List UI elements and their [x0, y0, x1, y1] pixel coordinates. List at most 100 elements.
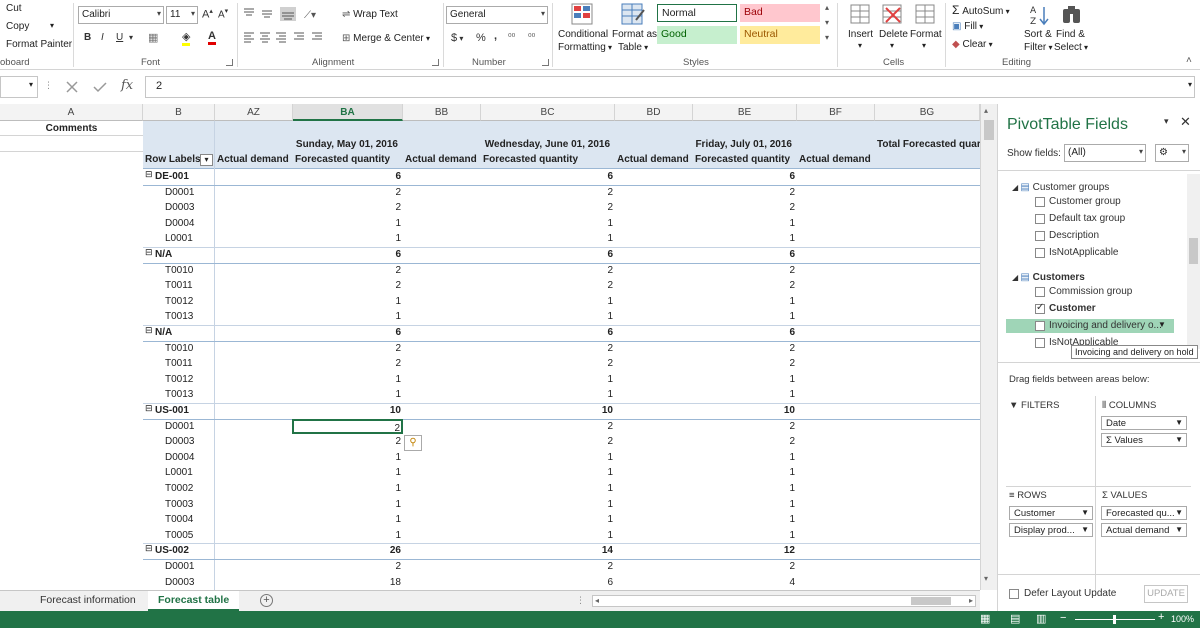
forecast-value-cell[interactable]: 18 — [295, 575, 401, 590]
format-label[interactable]: Format — [910, 29, 942, 40]
field-checkbox[interactable] — [1035, 287, 1045, 297]
values-item-forecasted[interactable]: Forecasted qu... ▼ — [1101, 506, 1187, 520]
forecast-value-cell[interactable]: 1 — [695, 465, 795, 481]
forecast-value-cell[interactable]: 6 — [483, 247, 613, 263]
style-normal[interactable]: Normal — [657, 4, 737, 22]
group-row[interactable]: ⊟ DE-001 6 6 6 — [0, 169, 980, 185]
forecast-value-cell[interactable]: 6 — [695, 325, 795, 341]
row-label[interactable]: D0003 — [165, 434, 231, 450]
confirm-entry-icon[interactable] — [92, 80, 108, 94]
forecast-value-cell[interactable]: 6 — [483, 169, 613, 185]
table-row[interactable]: T0012 1 1 1 — [0, 372, 980, 388]
field-label[interactable]: Default tax group — [1049, 213, 1125, 224]
alignment-dialog-launcher[interactable] — [432, 59, 439, 66]
forecast-value-cell[interactable]: 1 — [295, 231, 401, 247]
field-list[interactable]: ◢ ▤ Customer groups Customer group Default… — [998, 174, 1188, 354]
forecast-value-cell[interactable]: 1 — [483, 309, 613, 325]
delete-cells-icon[interactable] — [880, 2, 906, 28]
field-label[interactable]: Description — [1049, 230, 1099, 241]
table-row[interactable]: T0013 1 1 1 — [0, 309, 980, 325]
find-select-icon[interactable] — [1060, 3, 1084, 27]
forecast-value-cell[interactable]: 2 — [295, 559, 401, 575]
forecast-value-cell[interactable]: 2 — [295, 434, 401, 450]
name-box[interactable]: ▾ — [0, 76, 38, 98]
column-header-a[interactable]: A — [0, 104, 143, 121]
field-label[interactable]: Customer — [1049, 303, 1096, 314]
rows-item-customer[interactable]: Customer ▼ — [1009, 506, 1093, 520]
field-checkbox[interactable] — [1035, 231, 1045, 241]
find-label[interactable]: Find & — [1056, 29, 1085, 40]
forecast-value-cell[interactable]: 2 — [483, 263, 613, 279]
group-row[interactable]: ⊟ US-001 10 10 10 — [0, 403, 980, 419]
sort-label[interactable]: Sort & — [1024, 29, 1052, 40]
table-row[interactable]: D0003 18 6 4 — [0, 575, 980, 590]
scroll-right-icon[interactable]: ▸ — [969, 596, 973, 605]
forecast-value-cell[interactable]: 6 — [483, 575, 613, 590]
forecast-value-cell[interactable]: 2 — [695, 263, 795, 279]
style-neutral[interactable]: Neutral — [740, 26, 820, 44]
styles-more-icon[interactable]: ▾ — [825, 33, 829, 42]
row-label[interactable]: D0004 — [165, 216, 231, 232]
field-label[interactable]: IsNotApplicable — [1049, 247, 1118, 258]
chevron-down-icon[interactable]: ▾ — [129, 33, 133, 42]
group-row[interactable]: ⊟ N/A 6 6 6 — [0, 247, 980, 263]
forecast-value-cell[interactable]: 10 — [483, 403, 613, 419]
row-labels-filter-button[interactable]: ▾ — [200, 154, 213, 166]
forecast-value-cell[interactable]: 1 — [295, 216, 401, 232]
horizontal-align-icons[interactable] — [242, 31, 332, 45]
normal-view-icon[interactable]: ▦ — [980, 612, 990, 625]
forecast-value-cell[interactable]: 2 — [483, 419, 613, 435]
forecast-value-cell[interactable]: 2 — [295, 200, 401, 216]
table-row[interactable]: D0004 1 1 1 — [0, 450, 980, 466]
style-bad[interactable]: Bad — [740, 4, 820, 22]
table-row[interactable]: L0001 1 1 1 — [0, 231, 980, 247]
row-label[interactable]: T0013 — [165, 309, 231, 325]
italic-icon[interactable]: I — [101, 32, 104, 43]
forecast-value-cell[interactable]: 1 — [483, 481, 613, 497]
row-label[interactable]: D0003 — [165, 200, 231, 216]
show-fields-combo[interactable]: (All) ▾ — [1064, 144, 1146, 162]
forecast-value-cell[interactable]: 6 — [295, 325, 401, 341]
forecast-value-cell[interactable]: 1 — [483, 465, 613, 481]
scroll-down-icon[interactable]: ▾ — [984, 574, 988, 583]
forecast-value-cell[interactable]: 2 — [695, 200, 795, 216]
collapse-icon[interactable]: ⊟ — [145, 403, 153, 414]
grow-font-icon[interactable]: A▴ — [202, 7, 213, 21]
row-label[interactable]: US-001 — [155, 403, 221, 419]
forecast-value-cell[interactable]: 26 — [295, 543, 401, 559]
increase-decimal-icon[interactable]: ⁰⁰ — [508, 32, 515, 43]
row-label[interactable]: N/A — [155, 325, 221, 341]
row-label[interactable]: D0001 — [165, 419, 231, 435]
row-label[interactable]: L0001 — [165, 465, 231, 481]
update-button[interactable]: UPDATE — [1144, 585, 1188, 603]
forecast-value-cell[interactable]: 2 — [295, 356, 401, 372]
scroll-thumb[interactable] — [984, 120, 994, 140]
collapse-icon[interactable]: ⊟ — [145, 169, 153, 180]
forecast-value-cell[interactable]: 1 — [295, 309, 401, 325]
table-row[interactable]: T0011 2 2 2 — [0, 278, 980, 294]
table-row[interactable]: T0012 1 1 1 — [0, 294, 980, 310]
forecast-value-cell[interactable]: 2 — [695, 341, 795, 357]
field-checkbox[interactable] — [1035, 302, 1045, 314]
field-checkbox[interactable] — [1035, 214, 1045, 224]
forecast-value-cell[interactable]: 10 — [295, 403, 401, 419]
chevron-down-icon[interactable]: ▾ — [922, 41, 926, 50]
chevron-down-icon[interactable]: ▾ — [890, 41, 894, 50]
forecast-value-cell[interactable]: 1 — [295, 481, 401, 497]
copy-button[interactable]: Copy — [6, 21, 29, 32]
style-good[interactable]: Good — [657, 26, 737, 44]
forecast-value-cell[interactable]: 10 — [695, 403, 795, 419]
row-label[interactable]: T0012 — [165, 372, 231, 388]
table-row[interactable]: D0003 2 2 2 — [0, 434, 980, 450]
table-row[interactable]: D0001 2 2 2 — [0, 418, 980, 435]
field-table-header[interactable]: ◢ ▤ Customers — [1012, 272, 1085, 283]
row-label[interactable]: D0004 — [165, 450, 231, 466]
forecast-value-cell[interactable]: 1 — [483, 387, 613, 403]
forecast-value-cell[interactable]: 1 — [695, 450, 795, 466]
table-row[interactable]: D0001 2 2 2 — [0, 185, 980, 201]
column-header-ba[interactable]: BA — [293, 104, 403, 121]
borders-icon[interactable]: ▦ — [148, 31, 158, 44]
row-label[interactable]: T0005 — [165, 528, 231, 544]
forecast-value-cell[interactable]: 1 — [695, 497, 795, 513]
wrap-text-button[interactable]: ⇌ Wrap Text — [342, 9, 398, 20]
